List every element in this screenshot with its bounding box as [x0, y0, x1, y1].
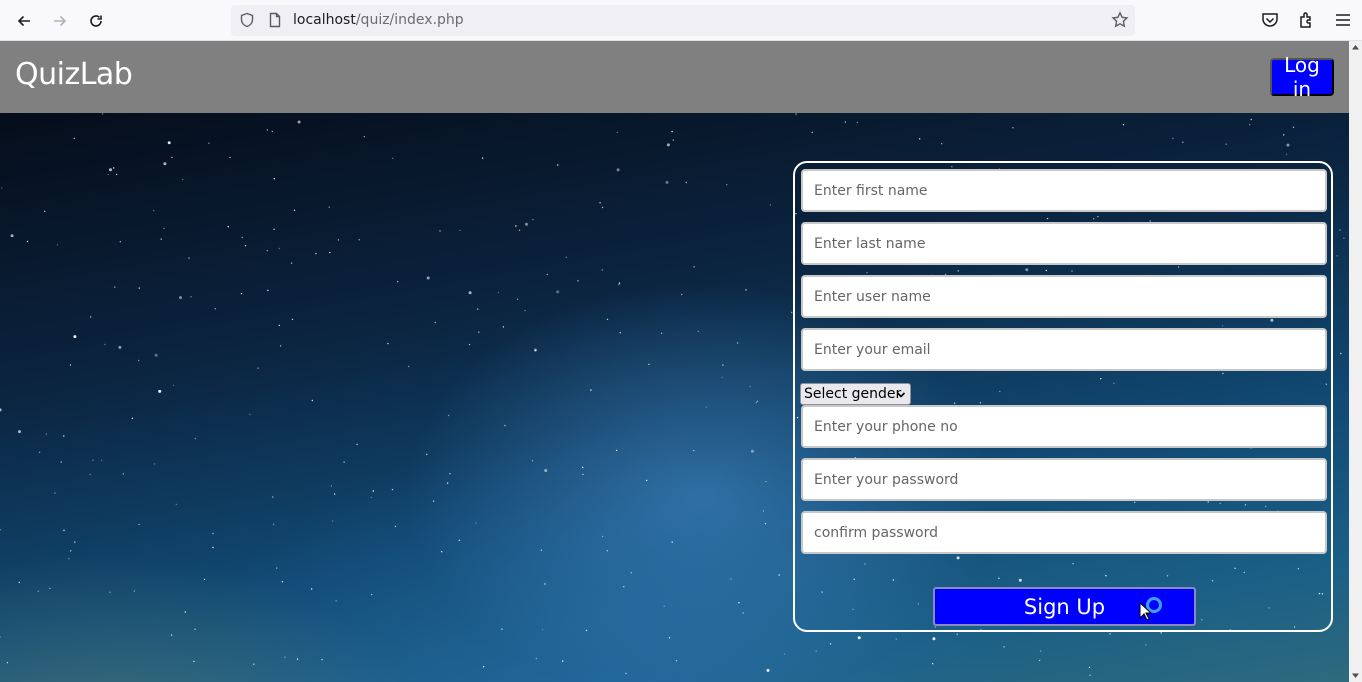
site-header: QuizLab Log in: [0, 41, 1349, 113]
url-text[interactable]: localhost/quiz/index.php: [293, 12, 464, 28]
extensions-icon[interactable]: [1297, 10, 1317, 30]
url-host: localhost: [293, 12, 356, 28]
gender-select[interactable]: Select gender: [800, 383, 911, 405]
browser-toolbar: localhost/quiz/index.php: [0, 0, 1362, 41]
confirm-password-input[interactable]: [801, 511, 1327, 554]
signup-form: Select gender Sign Up: [793, 161, 1333, 632]
scroll-up-icon[interactable]: [1351, 43, 1360, 52]
chevron-down-icon: [896, 392, 906, 398]
page-icon: [269, 12, 281, 28]
vertical-scrollbar[interactable]: [1349, 41, 1362, 682]
page-viewport: QuizLab Log in Select gender Sign Up: [0, 41, 1349, 682]
menu-icon[interactable]: [1333, 10, 1353, 30]
username-input[interactable]: [801, 275, 1327, 318]
email-input[interactable]: [801, 328, 1327, 371]
phone-input[interactable]: [801, 405, 1327, 448]
last-name-input[interactable]: [801, 222, 1327, 265]
login-button[interactable]: Log in: [1270, 53, 1334, 101]
gender-select-value: Select gender: [804, 386, 902, 402]
forward-icon[interactable]: [47, 8, 73, 34]
pocket-icon[interactable]: [1260, 10, 1280, 30]
scroll-down-icon[interactable]: [1351, 671, 1360, 680]
url-bar[interactable]: localhost/quiz/index.php: [231, 5, 1135, 36]
brand-logo[interactable]: QuizLab: [15, 57, 133, 92]
mouse-cursor-icon: [1139, 602, 1153, 621]
url-path: /quiz/index.php: [355, 12, 464, 28]
back-icon[interactable]: [11, 8, 37, 34]
shield-icon[interactable]: [239, 12, 255, 28]
first-name-input[interactable]: [801, 169, 1327, 212]
password-input[interactable]: [801, 458, 1327, 501]
reload-icon[interactable]: [83, 8, 109, 34]
star-icon[interactable]: [1111, 11, 1129, 29]
